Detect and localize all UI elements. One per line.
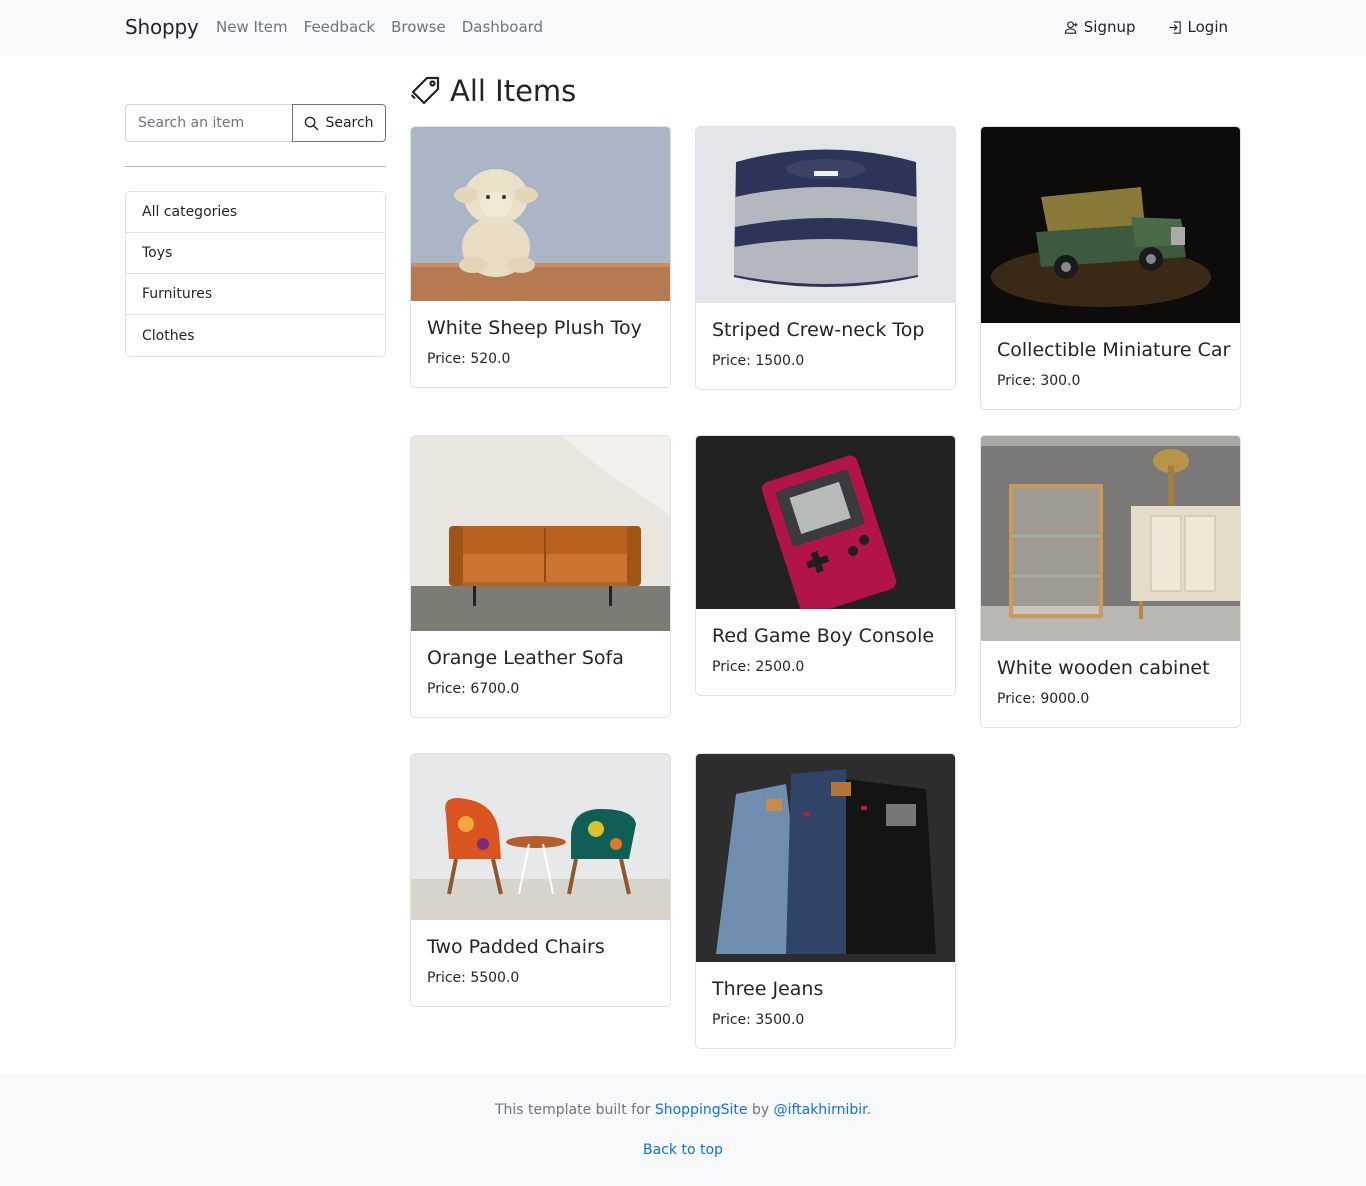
- footer-text-prefix: This template built for: [494, 1102, 651, 1118]
- item-price: Price: 520.0: [427, 351, 511, 367]
- footer-text-by: by: [751, 1102, 770, 1118]
- item-card[interactable]: Orange Leather Sofa Price: 6700.0: [410, 435, 671, 718]
- nav-dashboard[interactable]: Dashboard: [462, 18, 543, 36]
- footer-credit: This template built for ShoppingSite by …: [0, 1102, 1366, 1118]
- item-price: Price: 1500.0: [712, 353, 805, 369]
- item-card[interactable]: White wooden cabinet Price: 9000.0: [980, 435, 1241, 728]
- item-image-sweater: [696, 127, 955, 303]
- search-input[interactable]: [125, 104, 292, 142]
- item-card[interactable]: Two Padded Chairs Price: 5500.0: [410, 753, 671, 1007]
- item-title: Striped Crew-neck Top: [712, 319, 925, 341]
- item-card[interactable]: White Sheep Plush Toy Price: 520.0: [410, 126, 671, 388]
- login-label: Login: [1187, 18, 1228, 36]
- item-title: White wooden cabinet: [997, 657, 1210, 679]
- search-icon: [305, 116, 319, 131]
- footer-text-suffix: .: [866, 1102, 872, 1118]
- item-image-sheep: [411, 127, 670, 301]
- item-title: Orange Leather Sofa: [427, 647, 624, 669]
- item-card[interactable]: Striped Crew-neck Top Price: 1500.0: [695, 126, 956, 390]
- item-card[interactable]: Red Game Boy Console Price: 2500.0: [695, 435, 956, 696]
- navbar: Shoppy New Item Feedback Browse Dashboar…: [0, 0, 1366, 56]
- footer-author-link[interactable]: @iftakhirnibir: [774, 1102, 867, 1118]
- category-all[interactable]: All categories: [126, 192, 385, 233]
- item-card[interactable]: Three Jeans Price: 3500.0: [695, 753, 956, 1049]
- search-button-label: Search: [325, 115, 374, 131]
- category-list: All categories Toys Furnitures Clothes: [125, 191, 386, 357]
- page-title: All Items: [410, 74, 576, 108]
- item-title: Three Jeans: [712, 978, 824, 1000]
- item-price: Price: 9000.0: [997, 691, 1090, 707]
- nav-new-item[interactable]: New Item: [216, 18, 288, 36]
- item-image-sofa: [411, 436, 670, 631]
- item-price: Price: 3500.0: [712, 1012, 805, 1028]
- item-title: Collectible Miniature Car: [997, 339, 1231, 361]
- item-title: Two Padded Chairs: [427, 936, 605, 958]
- item-image-gameboy: [696, 436, 955, 609]
- nav-auth-links: Signup Login: [1032, 18, 1228, 36]
- category-toys[interactable]: Toys: [126, 233, 385, 274]
- login-link[interactable]: Login: [1168, 18, 1228, 36]
- nav-links: New Item Feedback Browse Dashboard: [216, 18, 559, 36]
- item-image-chairs: [411, 754, 670, 920]
- item-image-cabinet: [981, 436, 1240, 641]
- signup-link[interactable]: Signup: [1064, 18, 1136, 36]
- search-button[interactable]: Search: [292, 104, 386, 142]
- item-price: Price: 5500.0: [427, 970, 520, 986]
- item-card[interactable]: Collectible Miniature Car Price: 300.0: [980, 126, 1241, 410]
- back-to-top-link[interactable]: Back to top: [643, 1142, 723, 1158]
- brand-link[interactable]: Shoppy: [125, 15, 199, 39]
- back-to-top-wrapper: Back to top: [0, 1142, 1366, 1158]
- search-form: Search: [125, 104, 386, 142]
- item-price: Price: 300.0: [997, 373, 1081, 389]
- item-image-car: [981, 127, 1240, 323]
- item-title: White Sheep Plush Toy: [427, 317, 642, 339]
- category-clothes[interactable]: Clothes: [126, 315, 385, 356]
- nav-browse[interactable]: Browse: [391, 18, 446, 36]
- sidebar-divider: [125, 166, 386, 167]
- item-title: Red Game Boy Console: [712, 625, 935, 647]
- item-price: Price: 6700.0: [427, 681, 520, 697]
- signup-label: Signup: [1083, 18, 1136, 36]
- login-icon: [1168, 20, 1181, 34]
- tags-icon: [410, 76, 440, 105]
- item-image-jeans: [696, 754, 955, 962]
- footer: This template built for ShoppingSite by …: [0, 1074, 1366, 1186]
- page-title-text: All Items: [450, 74, 577, 108]
- item-price: Price: 2500.0: [712, 659, 805, 675]
- nav-feedback[interactable]: Feedback: [304, 18, 375, 36]
- category-furnitures[interactable]: Furnitures: [126, 274, 385, 315]
- footer-site-link[interactable]: ShoppingSite: [655, 1102, 748, 1118]
- person-add-icon: [1064, 20, 1078, 34]
